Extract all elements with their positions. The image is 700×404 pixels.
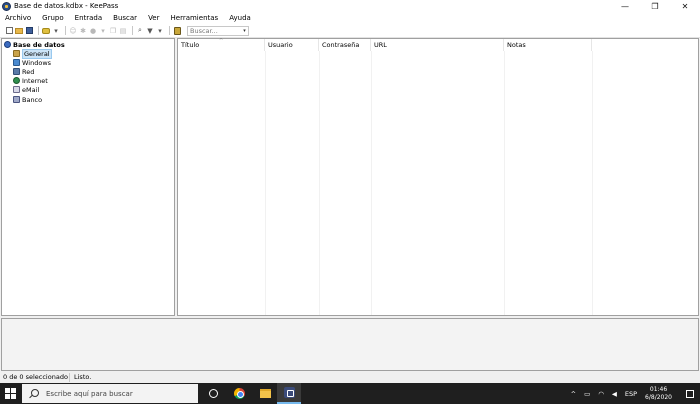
windows-taskbar: Escribe aquí para buscar ^ ▭ ◠ ◀ ESP 01:… — [0, 383, 700, 404]
minimize-button[interactable]: — — [610, 0, 640, 12]
column-header-contrasena[interactable]: Contraseña — [319, 39, 371, 51]
toolbar-separator — [38, 26, 39, 35]
new-database-icon[interactable] — [5, 27, 13, 35]
menu-herramientas[interactable]: Herramientas — [171, 14, 219, 22]
restore-button[interactable]: ❐ — [640, 0, 670, 12]
tree-item-label: Red — [22, 67, 35, 76]
taskbar-file-explorer[interactable] — [253, 383, 277, 404]
volume-icon[interactable]: ◀ — [612, 390, 617, 398]
keepass-icon — [283, 387, 295, 398]
tree-root-label: Base de datos — [13, 40, 65, 49]
copy-entry-icon[interactable]: ❐ — [109, 27, 117, 35]
quick-search-input[interactable]: Buscar... ▾ — [187, 25, 249, 36]
show-entries-dropdown-icon[interactable]: ▾ — [156, 27, 164, 35]
taskbar-search-placeholder: Escribe aquí para buscar — [46, 389, 133, 398]
search-icon — [31, 389, 39, 397]
tree-item-red[interactable]: Red — [13, 67, 34, 76]
tree-item-general[interactable]: General — [13, 48, 52, 59]
title-bar: Base de datos.kdbx - KeePass — ❐ ✕ — [0, 0, 700, 12]
group-tree[interactable]: Base de datos General Windows Red Intern… — [1, 38, 175, 316]
menu-grupo[interactable]: Grupo — [42, 14, 63, 22]
windows-icon — [13, 59, 20, 66]
toolbar-separator — [132, 26, 133, 35]
close-button[interactable]: ✕ — [670, 0, 700, 12]
open-url-icon[interactable]: ● — [89, 27, 97, 35]
column-divider — [265, 51, 266, 315]
network-icon — [13, 68, 20, 75]
globe-icon — [13, 77, 20, 84]
entry-details-pane[interactable] — [1, 318, 699, 371]
clock-date: 6/8/2020 — [645, 393, 672, 401]
folder-icon — [13, 50, 20, 57]
windows-start-icon[interactable] — [5, 388, 16, 399]
column-header-usuario[interactable]: Usuario — [265, 39, 319, 51]
show-entries-icon[interactable]: ▼ — [146, 27, 154, 35]
menu-ver[interactable]: Ver — [148, 14, 159, 22]
save-database-icon[interactable] — [25, 27, 33, 35]
tree-item-label: Internet — [22, 76, 48, 85]
keepass-app-icon — [2, 1, 11, 11]
cortana-icon — [208, 389, 218, 398]
add-entry-dropdown-icon[interactable]: ▾ — [52, 27, 60, 35]
language-indicator[interactable]: ESP — [625, 390, 637, 398]
quick-search-placeholder: Buscar... — [190, 26, 218, 35]
tree-item-label: General — [22, 48, 52, 59]
taskbar-keepass[interactable] — [277, 383, 301, 404]
quick-search-dropdown-icon[interactable]: ▾ — [241, 27, 248, 35]
battery-icon[interactable]: ▭ — [584, 390, 590, 398]
file-explorer-icon — [259, 389, 271, 398]
entry-list[interactable]: ^ Título Usuario Contraseña URL Notas — [177, 38, 699, 316]
menu-bar: Archivo Grupo Entrada Buscar Ver Herrami… — [0, 12, 700, 24]
status-bar: 0 de 0 seleccionado Listo. — [0, 372, 700, 383]
tree-item-email[interactable]: eMail — [13, 85, 39, 94]
column-divider — [504, 51, 505, 315]
status-message: Listo. — [74, 373, 92, 381]
taskbar-chrome[interactable] — [227, 383, 251, 404]
tree-item-label: Banco — [22, 95, 43, 104]
menu-archivo[interactable]: Archivo — [5, 14, 31, 22]
network-icon[interactable]: ◠ — [598, 390, 604, 398]
chrome-icon — [233, 388, 245, 399]
lock-workspace-icon[interactable] — [173, 26, 181, 35]
autotype-icon[interactable]: ▤ — [119, 27, 127, 35]
clock[interactable]: 01:46 6/8/2020 — [645, 386, 672, 402]
tray-overflow-icon[interactable]: ^ — [571, 390, 576, 398]
system-tray: ^ ▭ ◠ ◀ ESP 01:46 6/8/2020 — [571, 383, 700, 404]
toolbar-separator — [169, 26, 170, 35]
cortana-button[interactable] — [201, 383, 225, 404]
copy-username-icon[interactable]: ☺ — [69, 27, 77, 35]
find-icon[interactable]: ⌕ — [136, 26, 144, 35]
tree-item-windows[interactable]: Windows — [13, 58, 51, 67]
keepass-window: Base de datos.kdbx - KeePass — ❐ ✕ Archi… — [0, 0, 700, 383]
tree-item-internet[interactable]: Internet — [13, 76, 48, 85]
window-controls: — ❐ ✕ — [610, 0, 700, 12]
url-dropdown-icon[interactable]: ▾ — [99, 27, 107, 35]
database-icon — [4, 41, 11, 48]
bank-icon — [13, 96, 20, 103]
column-header-notas[interactable]: Notas — [504, 39, 592, 51]
column-header-url[interactable]: URL — [371, 39, 504, 51]
taskbar-search-box[interactable]: Escribe aquí para buscar — [22, 384, 198, 403]
tree-item-label: Windows — [22, 58, 52, 67]
menu-ayuda[interactable]: Ayuda — [229, 14, 251, 22]
tree-item-label: eMail — [22, 85, 40, 94]
column-header-titulo[interactable]: Título — [178, 39, 265, 51]
open-database-icon[interactable] — [15, 27, 23, 35]
selection-count: 0 de 0 seleccionado — [0, 373, 70, 382]
email-icon — [13, 86, 20, 93]
column-divider — [371, 51, 372, 315]
notifications-icon[interactable] — [686, 389, 694, 398]
toolbar: ▾ ☺ ✱ ● ▾ ❐ ▤ ⌕ ▼ ▾ Buscar... ▾ — [0, 24, 700, 38]
column-divider — [592, 51, 593, 315]
copy-password-icon[interactable]: ✱ — [79, 27, 87, 35]
toolbar-separator — [65, 26, 66, 35]
add-entry-key-icon[interactable] — [42, 27, 50, 35]
menu-entrada[interactable]: Entrada — [75, 14, 103, 22]
column-divider — [319, 51, 320, 315]
tree-item-banco[interactable]: Banco — [13, 95, 42, 104]
menu-buscar[interactable]: Buscar — [113, 14, 137, 22]
window-title: Base de datos.kdbx - KeePass — [14, 2, 119, 10]
clock-time: 01:46 — [649, 385, 668, 393]
